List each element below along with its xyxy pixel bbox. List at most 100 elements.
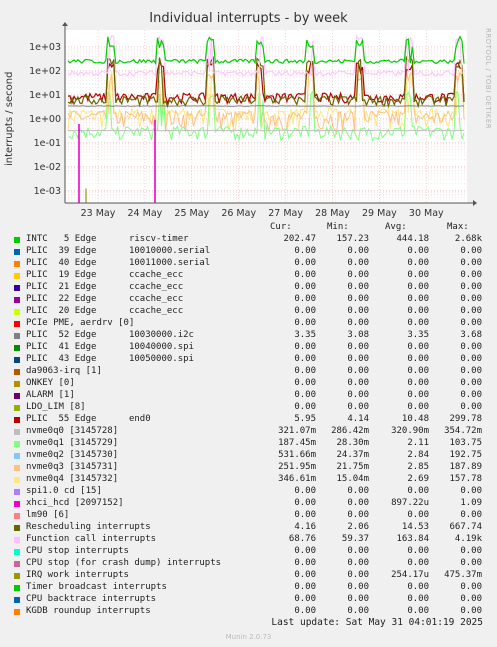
legend-max-value: 3.68: [460, 330, 482, 340]
legend-series-name: Timer broadcast interrupts: [26, 582, 167, 592]
legend-cur-value: 0.00: [294, 294, 316, 304]
legend-swatch: [14, 297, 20, 303]
legend-row: CPU stop (for crash dump) interrupts 0.00…: [14, 558, 484, 570]
legend-row: PCIe PME, aerdrv [0] 0.00 0.00 0.00 0.00: [14, 318, 484, 330]
legend-max-value: 0.00: [460, 306, 482, 316]
legend-cur-value: 346.61m: [278, 474, 316, 484]
legend-cur-value: 0.00: [294, 378, 316, 388]
legend-min-value: 0.00: [347, 318, 369, 328]
legend-min-value: 21.75m: [336, 462, 369, 472]
munin-version: Munin 2.0.73: [225, 633, 272, 641]
legend-avg-value: 0.00: [407, 390, 429, 400]
legend-min-value: 0.00: [347, 486, 369, 496]
legend-min-value: 0.00: [347, 498, 369, 508]
legend-swatch: [14, 333, 20, 339]
legend-series-name: PLIC 39 Edge 10010000.serial: [26, 246, 211, 256]
legend-avg-value: 0.00: [407, 282, 429, 292]
legend-row: ONKEY [0] 0.00 0.00 0.00 0.00: [14, 378, 484, 390]
legend-max-value: 0.00: [460, 486, 482, 496]
legend-avg-value: 0.00: [407, 366, 429, 376]
legend-series-name: nvme0q2 [3145730]: [26, 450, 119, 460]
legend-row: IRQ work interrupts 0.00 0.00 254.17u 475.37…: [14, 570, 484, 582]
legend-max-value: 187.89: [449, 462, 482, 472]
legend-min-value: 0.00: [347, 258, 369, 268]
legend-swatch: [14, 249, 20, 255]
legend-swatch: [14, 513, 20, 519]
legend-max-value: 2.68k: [454, 234, 482, 244]
legend-avg-value: 0.00: [407, 318, 429, 328]
legend-cur-value: 0.00: [294, 570, 316, 580]
legend-series-name: da9063-irq [1]: [26, 366, 102, 376]
legend-swatch: [14, 537, 20, 543]
legend-min-value: 3.08: [347, 330, 369, 340]
legend-swatch: [14, 345, 20, 351]
legend-min-value: 0.00: [347, 270, 369, 280]
legend-series-name: CPU stop interrupts: [26, 546, 129, 556]
legend-swatch: [14, 405, 20, 411]
legend-swatch: [14, 321, 20, 327]
legend-min-value: 157.23: [336, 234, 369, 244]
legend-max-value: 354.72m: [444, 426, 482, 436]
legend-avg-value: 163.84: [396, 534, 429, 544]
legend-series-name: nvme0q4 [3145732]: [26, 474, 119, 484]
legend-min-value: 0.00: [347, 294, 369, 304]
legend-swatch: [14, 573, 20, 579]
legend-avg-value: 0.00: [407, 270, 429, 280]
legend-swatch: [14, 285, 20, 291]
y-tick-label: 1e-01: [34, 138, 61, 149]
legend-cur-value: 0.00: [294, 546, 316, 556]
legend-row: PLIC 55 Edge end0 5.95 4.14 10.48 299.78: [14, 414, 484, 426]
legend-swatch: [14, 237, 20, 243]
x-tick-label: 28 May: [315, 208, 350, 219]
y-tick-label: 1e+01: [29, 90, 61, 101]
legend-series-name: nvme0q3 [3145731]: [26, 462, 119, 472]
legend-min-value: 24.37m: [336, 450, 369, 460]
legend-series-name: nvme0q0 [3145728]: [26, 426, 119, 436]
legend-series-name: PLIC 55 Edge end0: [26, 414, 151, 424]
legend-min-value: 0.00: [347, 402, 369, 412]
legend-min-value: 2.06: [347, 522, 369, 532]
legend-cur-value: 68.76: [288, 534, 316, 544]
legend-cur-value: 531.66m: [278, 450, 316, 460]
legend-series-name: PLIC 21 Edge ccache_ecc: [26, 282, 184, 292]
legend-swatch: [14, 609, 20, 615]
legend-row: lm90 [6] 0.00 0.00 0.00 0.00: [14, 510, 484, 522]
chart-plot: 1e-03 1e-02 1e-01 1e+00 1e+01 1e+02 1e+03 23 Ma…: [29, 22, 477, 219]
legend-row: PLIC 22 Edge ccache_ecc 0.00 0.00 0.00 0.00: [14, 294, 484, 306]
legend-max-value: 0.00: [460, 378, 482, 388]
legend-max-value: 0.00: [460, 270, 482, 280]
legend-min-value: 0.00: [347, 582, 369, 592]
x-tick-label: 27 May: [268, 208, 303, 219]
legend-avg-value: 897.22u: [391, 498, 429, 508]
legend-series-name: CPU backtrace interrupts: [26, 594, 157, 604]
legend-max-value: 4.19k: [454, 534, 482, 544]
legend-max-value: 0.00: [460, 402, 482, 412]
legend-series-name: PLIC 41 Edge 10040000.spi: [26, 342, 194, 352]
legend-max-value: 0.00: [460, 294, 482, 304]
legend-avg-value: 0.00: [407, 342, 429, 352]
legend-cur-value: 0.00: [294, 306, 316, 316]
legend-cur-value: 0.00: [294, 270, 316, 280]
y-tick-label: 1e-03: [34, 186, 61, 197]
legend-swatch: [14, 261, 20, 267]
legend-max-value: 667.74: [449, 522, 482, 532]
legend-header-max: Max:: [447, 222, 469, 232]
legend-swatch: [14, 273, 20, 279]
legend-swatch: [14, 417, 20, 423]
legend-max-value: 0.00: [460, 342, 482, 352]
legend-swatch: [14, 585, 20, 591]
legend-row: PLIC 43 Edge 10050000.spi 0.00 0.00 0.00 0.0…: [14, 354, 484, 366]
legend-avg-value: 0.00: [407, 378, 429, 388]
legend-cur-value: 0.00: [294, 354, 316, 364]
legend-avg-value: 14.53: [401, 522, 429, 532]
legend-series-name: PLIC 20 Edge ccache_ecc: [26, 306, 184, 316]
legend-min-value: 0.00: [347, 366, 369, 376]
legend-swatch: [14, 477, 20, 483]
legend-series-name: spi1.0 cd [15]: [26, 486, 102, 496]
legend-max-value: 157.78: [449, 474, 482, 484]
legend-header-min: Min:: [327, 222, 349, 232]
legend-header-avg: Avg:: [385, 222, 407, 232]
legend-max-value: 0.00: [460, 354, 482, 364]
legend-cur-value: 251.95m: [278, 462, 316, 472]
legend-swatch: [14, 381, 20, 387]
